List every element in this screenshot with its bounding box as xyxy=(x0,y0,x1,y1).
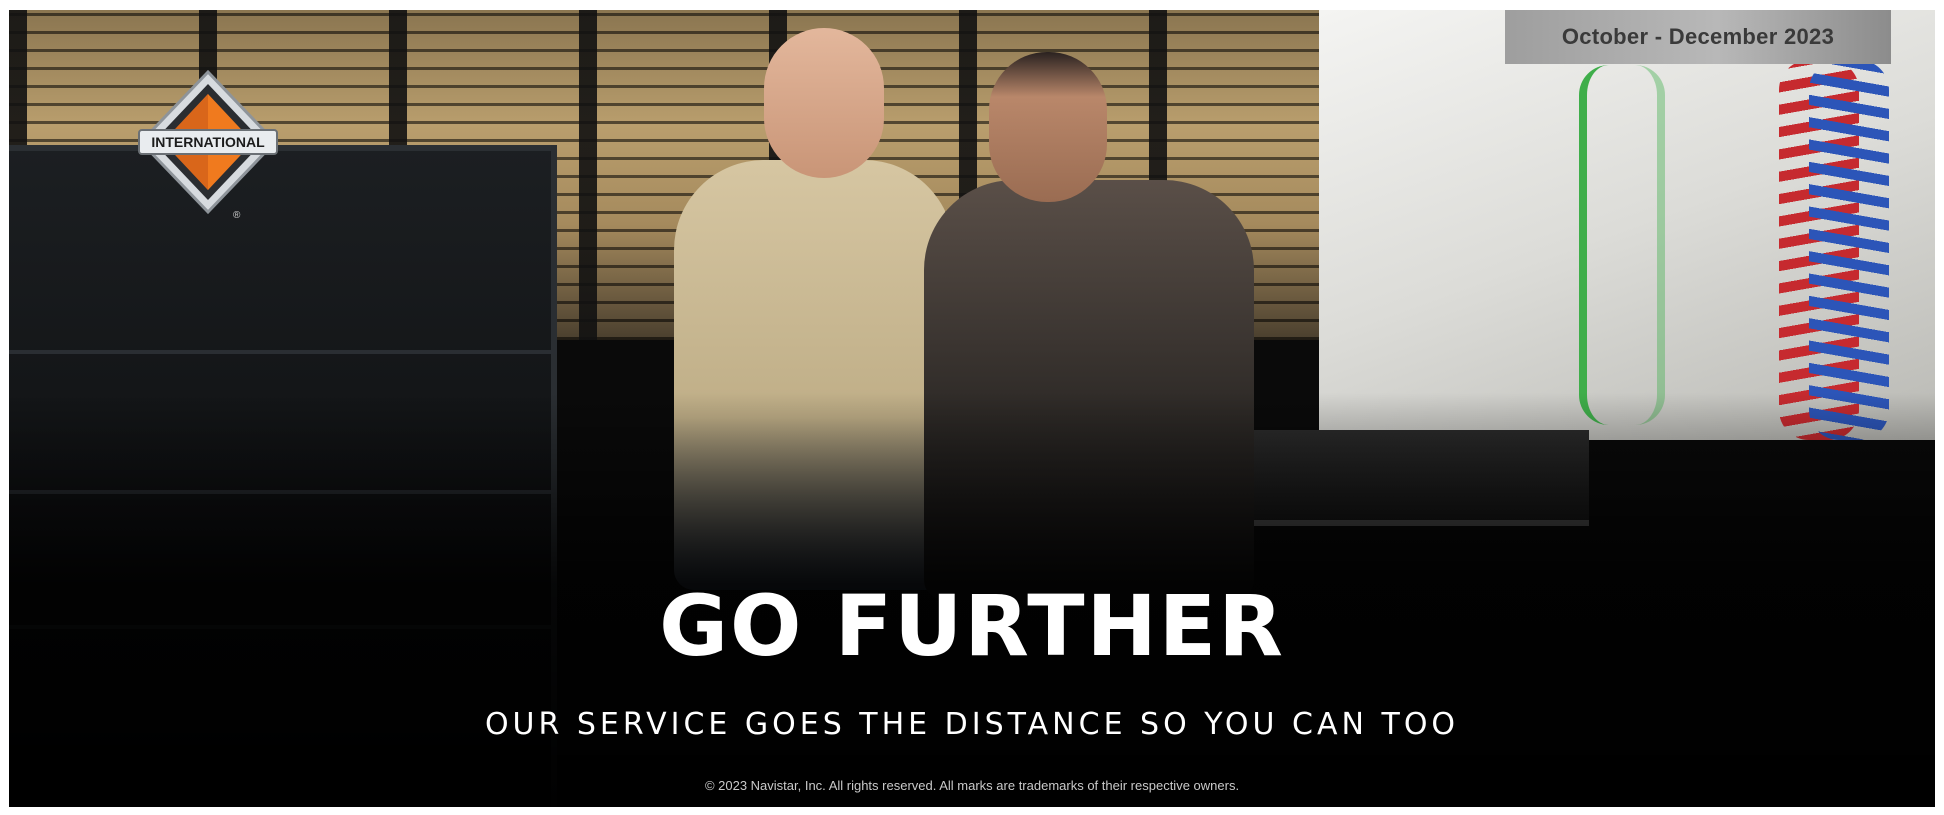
subheadline: OUR SERVICE GOES THE DISTANCE SO YOU CAN… xyxy=(484,707,1460,742)
dark-gradient-overlay xyxy=(9,10,1935,807)
international-logo-icon: INTERNATIONAL ® xyxy=(138,69,278,220)
copyright-notice: © 2023 Navistar, Inc. All rights reserve… xyxy=(704,778,1240,793)
headline: GO FURTHER xyxy=(659,577,1285,675)
date-range-badge: October - December 2023 xyxy=(1505,10,1891,64)
logo-brand-text: INTERNATIONAL xyxy=(151,134,265,150)
promo-banner: INTERNATIONAL ® October - December 2023 … xyxy=(9,10,1935,807)
background-photo xyxy=(9,10,1935,807)
registered-mark: ® xyxy=(233,210,241,220)
